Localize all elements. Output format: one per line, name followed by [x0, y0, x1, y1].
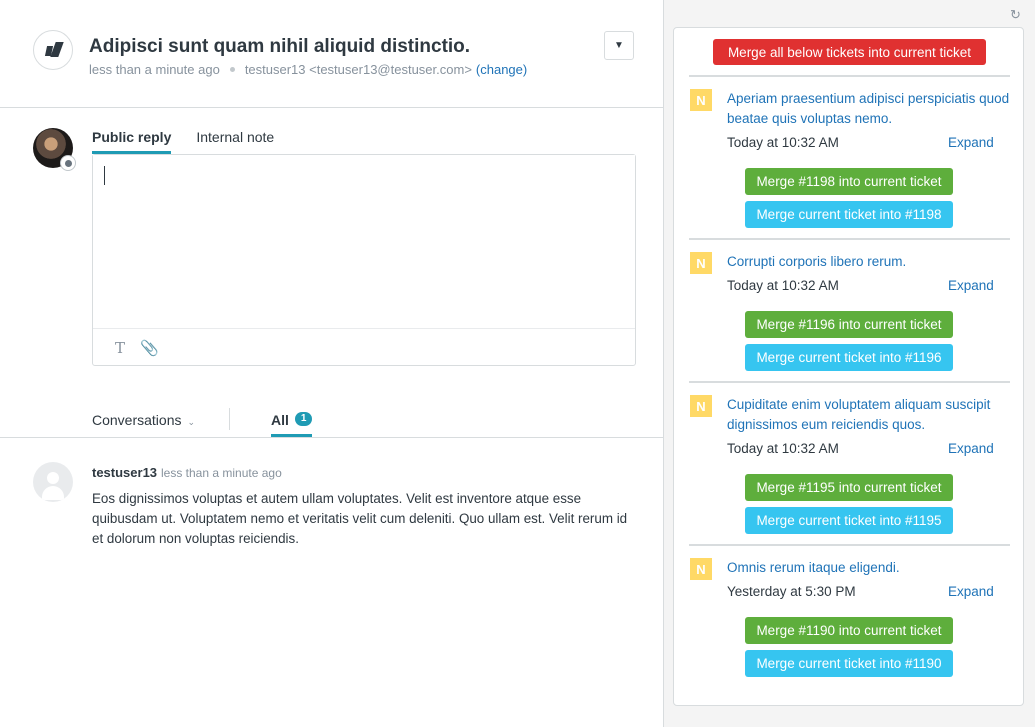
panel-divider: [689, 381, 1010, 383]
expand-link[interactable]: Expand: [948, 135, 994, 150]
paperclip-icon[interactable]: 📎: [140, 339, 159, 357]
meta-separator-dot: [229, 67, 235, 72]
avatar-shoulders: [42, 486, 64, 500]
merge-ticket-card: N Aperiam praesentium adipisci perspicia…: [689, 89, 1010, 229]
ticket-date: Today at 10:32 AM: [727, 278, 839, 293]
merge-all-button[interactable]: Merge all below tickets into current tic…: [713, 39, 986, 65]
merge-ticket-card: N Corrupti corporis libero rerum. Today …: [689, 252, 1010, 372]
ticket-title: Adipisci sunt quam nihil aliquid distinc…: [89, 36, 471, 57]
status-badge: N: [690, 89, 712, 111]
merge-panel: Merge all below tickets into current tic…: [673, 27, 1024, 706]
tab-public-reply[interactable]: Public reply: [92, 129, 172, 154]
ticket-date: Today at 10:32 AM: [727, 441, 839, 456]
refresh-icon[interactable]: ↻: [1010, 7, 1021, 23]
ticket-subject-link[interactable]: Corrupti corporis libero rerum.: [727, 252, 1010, 272]
ticket-date: Today at 10:32 AM: [727, 135, 839, 150]
ticket-subject-link[interactable]: Omnis rerum itaque eligendi.: [727, 558, 1010, 578]
comment-time: less than a minute ago: [161, 466, 282, 480]
avatar-head: [47, 472, 59, 484]
ticket-meta: less than a minute ago testuser13 <testu…: [89, 62, 527, 77]
merge-current-into-button[interactable]: Merge current ticket into #1196: [745, 344, 953, 371]
expand-link[interactable]: Expand: [948, 441, 994, 456]
text-caret: [104, 166, 105, 185]
filter-divider: [229, 408, 230, 430]
feed-divider: [0, 437, 663, 438]
ticket-subject-link[interactable]: Cupiditate enim voluptatem aliquam susci…: [727, 395, 1010, 435]
ticket-created-time: less than a minute ago: [89, 62, 220, 77]
tab-all[interactable]: All 1: [271, 412, 313, 437]
chevron-down-icon: ▼: [614, 40, 624, 51]
reply-composer: T 📎: [92, 154, 636, 366]
tab-all-label: All: [271, 412, 289, 428]
ticket-date: Yesterday at 5:30 PM: [727, 584, 856, 599]
status-badge: N: [690, 252, 712, 274]
merge-into-current-button[interactable]: Merge #1196 into current ticket: [745, 311, 953, 338]
expand-link[interactable]: Expand: [948, 278, 994, 293]
merge-ticket-card: N Omnis rerum itaque eligendi. Yesterday…: [689, 558, 1010, 678]
panel-divider: [689, 544, 1010, 546]
tab-internal-note[interactable]: Internal note: [196, 129, 274, 154]
panel-divider: [689, 75, 1010, 77]
ticket-workspace: Adipisci sunt quam nihil aliquid distinc…: [0, 0, 664, 727]
comment-author[interactable]: testuser13: [92, 465, 157, 480]
user-icon: [60, 155, 76, 171]
status-badge: N: [690, 558, 712, 580]
ticket-requester: testuser13 <testuser13@testuser.com>: [244, 62, 472, 77]
merge-into-current-button[interactable]: Merge #1190 into current ticket: [745, 617, 953, 644]
composer-tabs: Public reply Internal note: [92, 129, 299, 154]
conversations-filter-label: Conversations: [92, 412, 182, 428]
text-format-icon[interactable]: T: [115, 339, 125, 357]
brand-logo-mark: [50, 42, 64, 57]
reply-textarea[interactable]: [93, 155, 635, 328]
change-requester-link[interactable]: (change): [476, 62, 527, 77]
merge-into-current-button[interactable]: Merge #1195 into current ticket: [745, 474, 953, 501]
merge-current-into-button[interactable]: Merge current ticket into #1195: [745, 507, 953, 534]
merge-current-into-button[interactable]: Merge current ticket into #1198: [745, 201, 953, 228]
ticket-header: Adipisci sunt quam nihil aliquid distinc…: [0, 0, 663, 108]
merge-current-into-button[interactable]: Merge current ticket into #1190: [745, 650, 953, 677]
expand-link[interactable]: Expand: [948, 584, 994, 599]
conversations-filter[interactable]: Conversations ⌄: [92, 412, 195, 428]
composer-toolbar: T 📎: [93, 328, 635, 365]
status-badge: N: [690, 395, 712, 417]
merge-into-current-button[interactable]: Merge #1198 into current ticket: [745, 168, 953, 195]
ticket-subject-link[interactable]: Aperiam praesentium adipisci perspiciati…: [727, 89, 1010, 129]
comment-avatar: [33, 462, 73, 502]
all-count-badge: 1: [294, 412, 313, 426]
chevron-down-icon: ⌄: [187, 417, 196, 427]
brand-logo: [33, 30, 73, 70]
merge-ticket-card: N Cupiditate enim voluptatem aliquam sus…: [689, 395, 1010, 535]
ticket-actions-dropdown[interactable]: ▼: [604, 31, 634, 60]
panel-divider: [689, 238, 1010, 240]
comment-body: Eos dignissimos voluptas et autem ullam …: [92, 491, 628, 546]
